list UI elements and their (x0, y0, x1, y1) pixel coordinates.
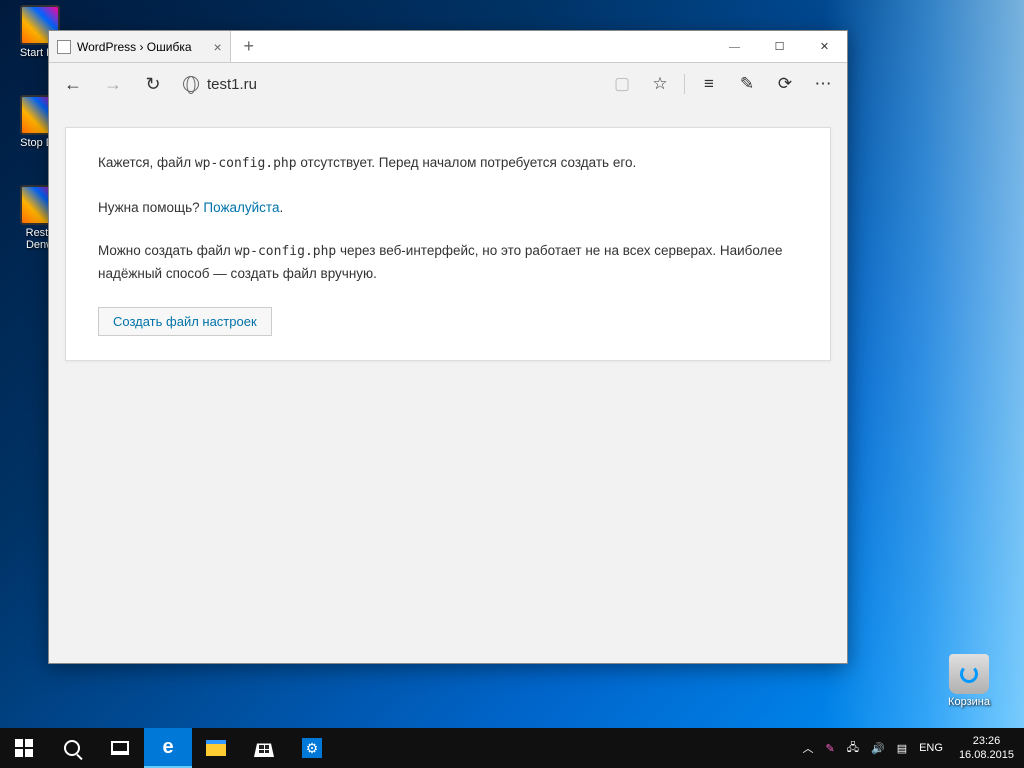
tray-notifications-icon[interactable]: ▤ (891, 728, 913, 768)
titlebar: WordPress › Ошибка × + — ☐ ✕ (49, 31, 847, 63)
tray-network-icon[interactable]: 🖧 (841, 728, 865, 768)
desktop-icon-recycle-bin[interactable]: Корзина (934, 654, 1004, 708)
folder-icon (206, 740, 226, 756)
search-button[interactable] (48, 728, 96, 768)
page-content: Кажется, файл wp-config.php отсутствует.… (49, 105, 847, 663)
tray-chevron-button[interactable]: ︿ (797, 728, 820, 768)
address-bar[interactable]: test1.ru (175, 76, 600, 93)
clock-time: 23:26 (959, 734, 1014, 748)
language-indicator[interactable]: ENG (913, 728, 949, 768)
taskbar-settings[interactable]: ⚙ (288, 728, 336, 768)
refresh-button[interactable]: ↻ (135, 66, 171, 102)
store-icon (254, 739, 274, 757)
wordpress-error-box: Кажется, файл wp-config.php отсутствует.… (65, 127, 831, 361)
back-button[interactable]: ← (55, 66, 91, 102)
close-button[interactable]: ✕ (802, 31, 847, 62)
reading-view-button[interactable]: ▢ (604, 66, 640, 102)
hub-button[interactable]: ≡ (691, 66, 727, 102)
task-view-icon (111, 741, 129, 755)
new-tab-button[interactable]: + (231, 31, 267, 62)
tray-volume-icon[interactable]: 🔊 (865, 728, 891, 768)
tab-close-icon[interactable]: × (214, 39, 222, 55)
share-button[interactable]: ⟳ (767, 66, 803, 102)
taskbar: e ⚙ ︿ ✎ 🖧 🔊 ▤ ENG 23:26 16.08.2015 (0, 728, 1024, 768)
browser-window: WordPress › Ошибка × + — ☐ ✕ ← → ↻ test1… (48, 30, 848, 664)
search-icon (64, 740, 80, 756)
task-view-button[interactable] (96, 728, 144, 768)
divider (684, 74, 685, 94)
taskbar-edge[interactable]: e (144, 728, 192, 768)
taskbar-store[interactable] (240, 728, 288, 768)
more-button[interactable]: ⋯ (805, 66, 841, 102)
edge-icon: e (162, 736, 173, 759)
minimize-button[interactable]: — (712, 31, 757, 62)
help-message: Нужна помощь? Пожалуйста. (98, 197, 798, 219)
taskbar-explorer[interactable] (192, 728, 240, 768)
maximize-button[interactable]: ☐ (757, 31, 802, 62)
url-text: test1.ru (207, 76, 257, 93)
create-config-button[interactable]: Создать файл настроек (98, 307, 272, 336)
page-icon (57, 40, 71, 54)
help-link[interactable]: Пожалуйста (203, 200, 279, 215)
favorites-button[interactable]: ☆ (642, 66, 678, 102)
windows-icon (15, 739, 33, 757)
system-tray: ︿ ✎ 🖧 🔊 ▤ ENG 23:26 16.08.2015 (797, 728, 1024, 768)
clock[interactable]: 23:26 16.08.2015 (949, 734, 1024, 763)
start-button[interactable] (0, 728, 48, 768)
browser-tab[interactable]: WordPress › Ошибка × (49, 31, 231, 62)
forward-button[interactable]: → (95, 66, 131, 102)
gear-icon: ⚙ (302, 738, 322, 758)
tray-pen-icon[interactable]: ✎ (820, 728, 841, 768)
error-message-1: Кажется, файл wp-config.php отсутствует.… (98, 152, 798, 175)
navbar: ← → ↻ test1.ru ▢ ☆ ≡ ✎ ⟳ ⋯ (49, 63, 847, 105)
globe-icon (183, 76, 199, 92)
webnote-button[interactable]: ✎ (729, 66, 765, 102)
clock-date: 16.08.2015 (959, 748, 1014, 762)
recycle-bin-icon (949, 654, 989, 694)
error-message-2: Можно создать файл wp-config.php через в… (98, 240, 798, 284)
tab-title: WordPress › Ошибка (77, 40, 192, 54)
desktop-icon-label: Корзина (934, 696, 1004, 708)
